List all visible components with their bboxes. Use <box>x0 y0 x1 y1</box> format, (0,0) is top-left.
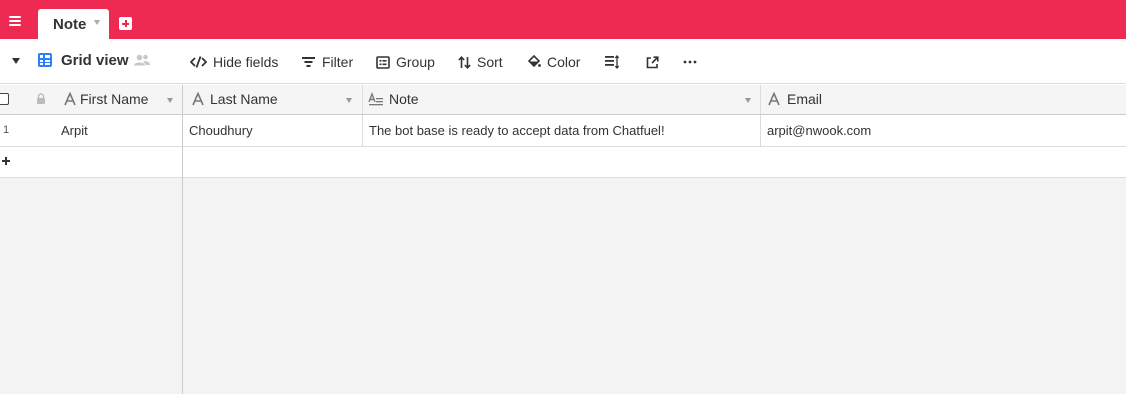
row-height-button[interactable] <box>605 53 625 71</box>
group-button[interactable]: Group <box>376 53 435 71</box>
group-label: Group <box>396 54 435 70</box>
hide-fields-icon <box>190 56 207 68</box>
filter-button[interactable]: Filter <box>302 53 353 71</box>
add-table-icon[interactable] <box>119 17 132 30</box>
color-button[interactable]: Color <box>527 53 580 71</box>
column-header-label: Note <box>389 91 419 107</box>
more-button[interactable] <box>683 53 703 71</box>
hide-fields-button[interactable]: Hide fields <box>190 53 278 71</box>
frozen-column-divider <box>182 85 183 394</box>
cell-value: The bot base is ready to accept data fro… <box>369 123 665 138</box>
lock-icon <box>37 93 45 104</box>
cell-first-name[interactable]: Arpit <box>55 115 183 146</box>
share-button[interactable] <box>646 53 665 71</box>
select-all-cell <box>0 85 55 114</box>
top-bar: Note <box>0 0 1126 39</box>
column-header-note[interactable]: Note <box>363 85 761 114</box>
text-field-icon <box>64 92 76 106</box>
chevron-down-icon[interactable] <box>745 98 751 103</box>
row-number: 1 <box>3 124 10 136</box>
cell-value: Choudhury <box>189 123 253 138</box>
chevron-down-icon[interactable] <box>346 98 352 103</box>
row-height-icon <box>605 55 619 69</box>
cell-last-name[interactable]: Choudhury <box>183 115 363 146</box>
people-icon[interactable] <box>134 54 150 66</box>
column-header-first-name[interactable]: First Name <box>55 85 183 114</box>
more-icon <box>683 60 697 64</box>
cell-email[interactable]: arpit@nwook.com <box>761 115 1126 146</box>
color-label: Color <box>547 54 581 70</box>
sort-icon <box>458 55 471 69</box>
tab-label: Note <box>53 16 87 33</box>
hide-fields-label: Hide fields <box>213 54 279 70</box>
text-field-icon <box>192 92 204 106</box>
chevron-down-icon[interactable] <box>167 98 173 103</box>
cell-note[interactable]: The bot base is ready to accept data fro… <box>363 115 761 146</box>
column-header-label: Last Name <box>210 91 278 107</box>
filter-icon <box>302 57 315 67</box>
group-icon <box>376 55 390 69</box>
sort-button[interactable]: Sort <box>458 53 503 71</box>
menu-icon[interactable] <box>9 15 23 27</box>
cell-value: arpit@nwook.com <box>767 123 872 138</box>
sort-label: Sort <box>477 54 503 70</box>
table-row[interactable]: 1 Arpit Choudhury The bot base is ready … <box>0 115 1126 147</box>
add-row[interactable] <box>0 147 1126 178</box>
filter-label: Filter <box>322 54 354 70</box>
tab-note[interactable]: Note <box>38 9 109 39</box>
column-header-last-name[interactable]: Last Name <box>183 85 363 114</box>
row-number-cell: 1 <box>0 115 55 146</box>
grid-header-row: First Name Last Name Note Email <box>0 85 1126 115</box>
chevron-down-icon[interactable] <box>12 58 20 64</box>
column-header-label: Email <box>787 91 823 107</box>
long-text-icon <box>368 92 383 106</box>
cell-value: Arpit <box>61 123 88 138</box>
share-icon <box>646 55 659 68</box>
view-toolbar: Grid view Hide fields Filter Group Sort … <box>0 39 1126 84</box>
grid-icon <box>38 53 52 67</box>
column-header-label: First Name <box>80 91 149 107</box>
view-name[interactable]: Grid view <box>61 52 129 69</box>
text-field-icon <box>768 92 780 106</box>
paint-bucket-icon <box>527 55 541 68</box>
data-grid: First Name Last Name Note Email 1 Arpit … <box>0 85 1126 394</box>
plus-icon[interactable] <box>1 155 13 167</box>
select-all-checkbox[interactable] <box>0 93 9 105</box>
chevron-down-icon[interactable] <box>94 20 100 25</box>
column-header-email[interactable]: Email <box>761 85 1126 114</box>
